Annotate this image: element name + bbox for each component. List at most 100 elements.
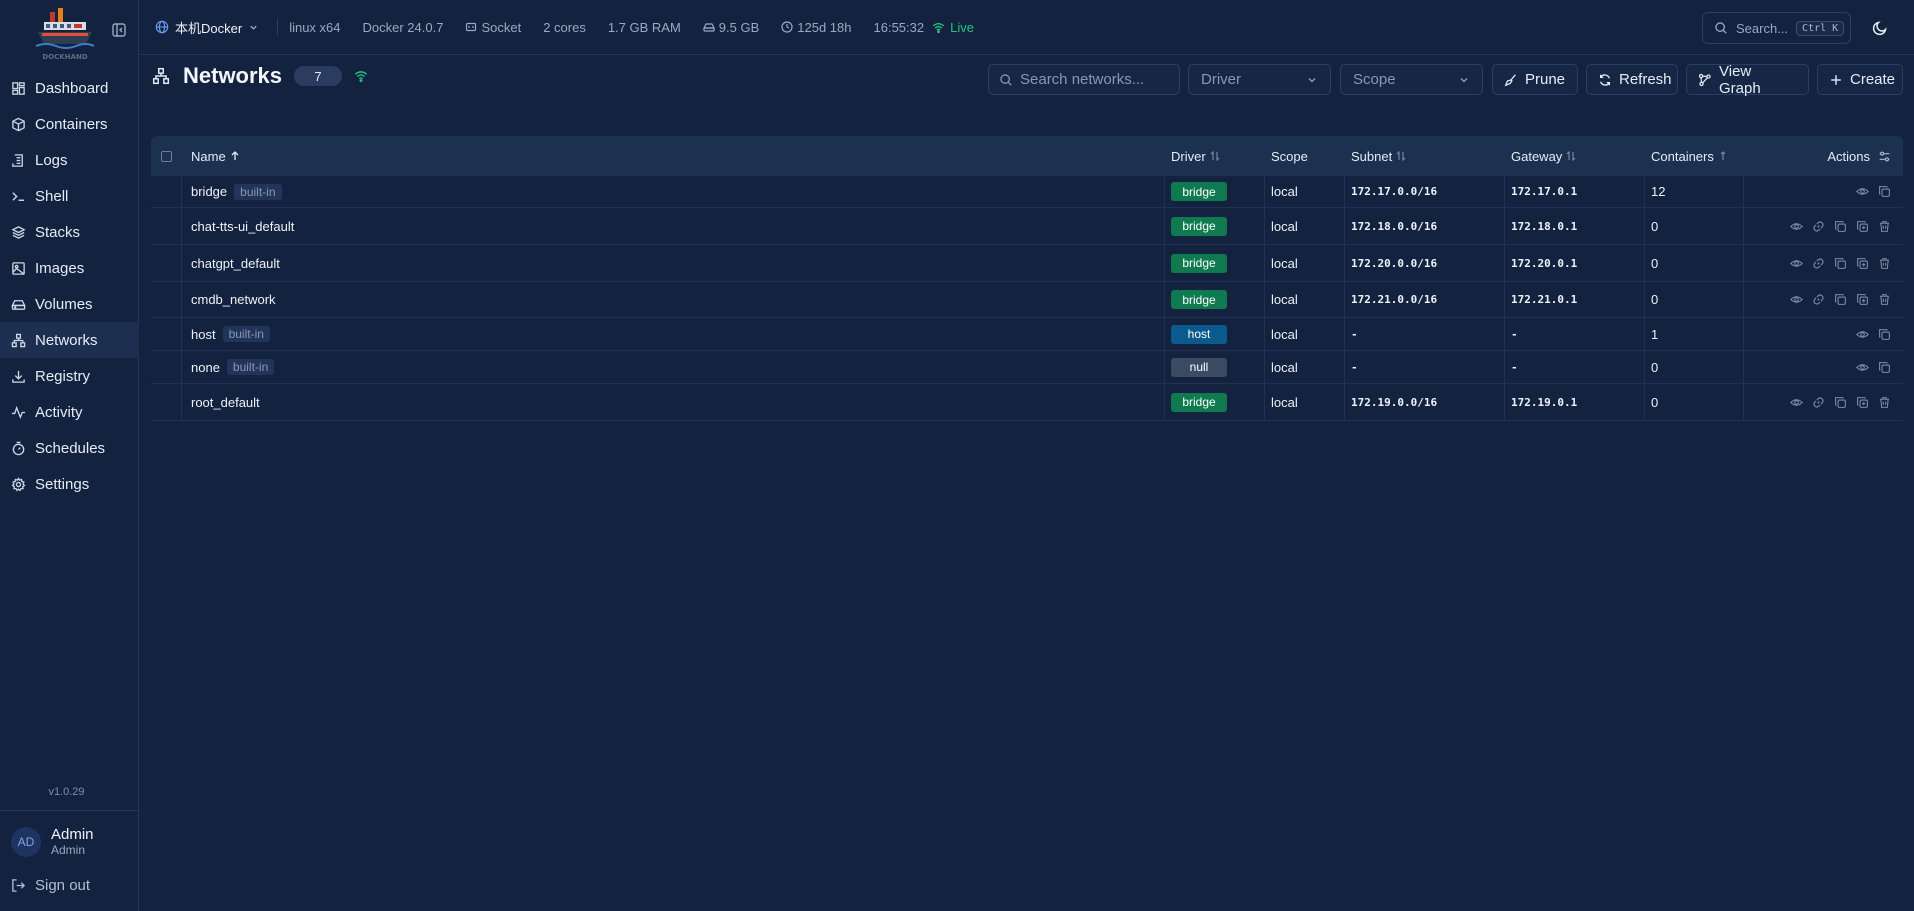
driver-filter-select[interactable]: Driver: [1188, 64, 1331, 95]
inspect-eye-icon[interactable]: [1856, 361, 1869, 374]
network-name[interactable]: bridge: [191, 184, 227, 199]
duplicate-icon[interactable]: [1856, 220, 1869, 233]
sidebar-item-stacks[interactable]: Stacks: [0, 214, 139, 250]
globe-icon: [155, 20, 169, 34]
plus-icon: [1829, 73, 1843, 87]
duplicate-icon[interactable]: [1856, 293, 1869, 306]
copy-icon[interactable]: [1878, 328, 1891, 341]
column-divider: [1164, 282, 1165, 317]
table-row[interactable]: none built-in null local - - 0: [151, 351, 1903, 384]
table-row[interactable]: chat-tts-ui_default bridge local 172.18.…: [151, 208, 1903, 245]
connect-link-icon[interactable]: [1812, 396, 1825, 409]
delete-trash-icon[interactable]: [1878, 220, 1891, 233]
delete-trash-icon[interactable]: [1878, 293, 1891, 306]
copy-icon[interactable]: [1834, 293, 1847, 306]
refresh-button[interactable]: Refresh: [1586, 64, 1678, 95]
copy-icon[interactable]: [1834, 257, 1847, 270]
network-name[interactable]: chatgpt_default: [191, 256, 280, 271]
sidebar-item-label: Volumes: [35, 295, 93, 313]
theme-toggle-moon-icon[interactable]: [1872, 20, 1888, 36]
sidebar-item-containers[interactable]: Containers: [0, 106, 139, 142]
connect-link-icon[interactable]: [1812, 293, 1825, 306]
search-shortcut: Ctrl K: [1796, 20, 1845, 36]
copy-icon[interactable]: [1878, 361, 1891, 374]
table-row[interactable]: bridge built-in bridge local 172.17.0.0/1…: [151, 176, 1903, 208]
column-header-subnet[interactable]: Subnet: [1351, 136, 1406, 176]
sidebar-item-shell[interactable]: Shell: [0, 178, 139, 214]
sidebar-collapse-icon[interactable]: [111, 22, 127, 38]
table-header: Name Driver Scope Subnet Gateway Contain…: [151, 136, 1903, 176]
network-name[interactable]: root_default: [191, 395, 260, 410]
table-row[interactable]: host built-in host local - - 1: [151, 318, 1903, 351]
dashboard-icon: [11, 81, 26, 96]
select-all-checkbox[interactable]: [161, 136, 172, 176]
global-search[interactable]: Search... Ctrl K: [1702, 12, 1851, 44]
sidebar-item-settings[interactable]: Settings: [0, 466, 139, 502]
inspect-eye-icon[interactable]: [1790, 396, 1803, 409]
scope-cell: local: [1271, 292, 1298, 307]
refresh-label: Refresh: [1619, 71, 1672, 88]
delete-trash-icon[interactable]: [1878, 257, 1891, 270]
delete-trash-icon[interactable]: [1878, 396, 1891, 409]
network-name[interactable]: none: [191, 360, 220, 375]
sidebar-item-label: Shell: [35, 187, 69, 205]
network-name[interactable]: cmdb_network: [191, 292, 276, 307]
column-divider: [1743, 318, 1744, 350]
table-row[interactable]: cmdb_network bridge local 172.21.0.0/16 …: [151, 282, 1903, 318]
sidebar: DOCKHAND Dashboard Containers Logs Shell…: [0, 0, 139, 911]
environment-selector[interactable]: 本机Docker: [155, 18, 259, 37]
column-divider: [1644, 384, 1645, 420]
sidebar-item-dashboard[interactable]: Dashboard: [0, 70, 139, 106]
sidebar-item-registry[interactable]: Registry: [0, 358, 139, 394]
inspect-eye-icon[interactable]: [1790, 257, 1803, 270]
search-networks-input[interactable]: Search networks...: [988, 64, 1180, 95]
column-divider: [1164, 208, 1165, 244]
sign-out-button[interactable]: Sign out: [11, 877, 90, 894]
inspect-eye-icon[interactable]: [1856, 328, 1869, 341]
copy-icon[interactable]: [1834, 220, 1847, 233]
column-label: Containers: [1651, 148, 1714, 164]
inspect-eye-icon[interactable]: [1790, 293, 1803, 306]
sidebar-item-activity[interactable]: Activity: [0, 394, 139, 430]
column-divider: [1743, 208, 1744, 244]
table-row[interactable]: root_default bridge local 172.19.0.0/16 …: [151, 384, 1903, 421]
refresh-icon: [1598, 73, 1612, 87]
column-settings-icon[interactable]: [1878, 150, 1891, 163]
subnet-cell: 172.21.0.0/16: [1351, 293, 1438, 306]
sidebar-item-logs[interactable]: Logs: [0, 142, 139, 178]
column-header-containers[interactable]: Containers: [1651, 136, 1728, 176]
create-network-button[interactable]: Create: [1817, 64, 1903, 95]
network-name-cell: root_default: [191, 384, 260, 420]
network-name[interactable]: chat-tts-ui_default: [191, 219, 294, 234]
scope-filter-select[interactable]: Scope: [1340, 64, 1483, 95]
inspect-eye-icon[interactable]: [1790, 220, 1803, 233]
connect-link-icon[interactable]: [1812, 220, 1825, 233]
view-graph-button[interactable]: View Graph: [1686, 63, 1809, 97]
connect-link-icon[interactable]: [1812, 257, 1825, 270]
column-header-gateway[interactable]: Gateway: [1511, 136, 1576, 176]
column-header-driver[interactable]: Driver: [1171, 136, 1220, 176]
copy-icon[interactable]: [1878, 185, 1891, 198]
sidebar-item-schedules[interactable]: Schedules: [0, 430, 139, 466]
duplicate-icon[interactable]: [1856, 257, 1869, 270]
column-header-actions: Actions: [1827, 136, 1891, 176]
prune-button[interactable]: Prune: [1492, 64, 1578, 95]
column-divider: [1164, 318, 1165, 350]
network-name-cell: bridge built-in: [191, 176, 282, 207]
column-header-name[interactable]: Name: [191, 136, 240, 176]
inspect-eye-icon[interactable]: [1856, 185, 1869, 198]
page-title: Networks: [183, 63, 283, 88]
dockhand-logo[interactable]: DOCKHAND: [34, 6, 96, 62]
ram-info: 1.7 GB RAM: [607, 19, 681, 35]
row-actions: [1790, 384, 1891, 420]
copy-icon[interactable]: [1834, 396, 1847, 409]
sidebar-item-volumes[interactable]: Volumes: [0, 286, 139, 322]
sidebar-item-networks[interactable]: Networks: [0, 322, 139, 358]
driver-filter-label: Driver: [1201, 71, 1241, 88]
duplicate-icon[interactable]: [1856, 396, 1869, 409]
network-name[interactable]: host: [191, 327, 216, 342]
user-profile[interactable]: AD Admin Admin: [11, 826, 94, 857]
sidebar-item-images[interactable]: Images: [0, 250, 139, 286]
table-row[interactable]: chatgpt_default bridge local 172.20.0.0/…: [151, 245, 1903, 282]
column-divider: [1743, 176, 1744, 207]
